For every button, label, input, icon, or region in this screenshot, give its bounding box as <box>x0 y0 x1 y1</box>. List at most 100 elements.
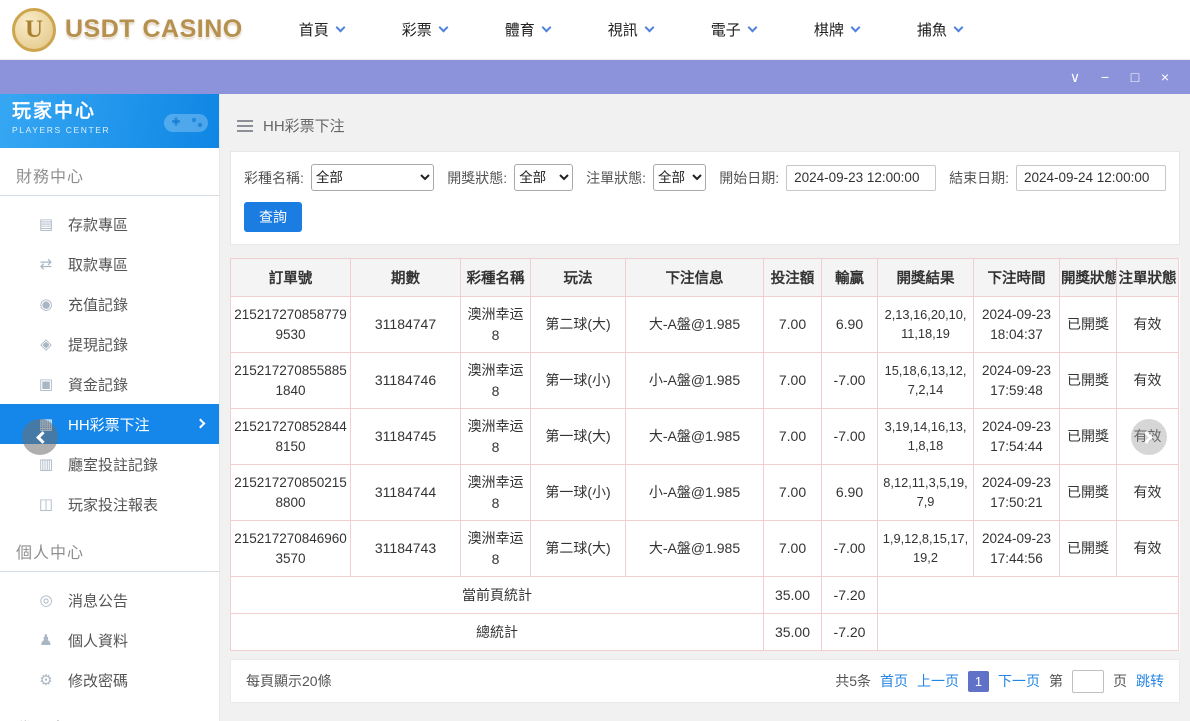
current-page-badge[interactable]: 1 <box>968 671 989 692</box>
order-status-select[interactable]: 全部 <box>653 164 706 191</box>
column-header: 開獎結果 <box>878 259 974 297</box>
cell-bet-amount: 7.00 <box>764 409 822 465</box>
cell-win-loss: 6.90 <box>822 465 878 521</box>
lottery-name-select[interactable]: 全部 <box>311 164 434 191</box>
cell-bet-amount: 7.00 <box>764 465 822 521</box>
table-row: 2152172708528448150 31184745 澳洲幸运8 第一球(大… <box>231 409 1179 465</box>
sidebar-item[interactable]: ⚙ 修改密碼 <box>0 660 219 700</box>
section-label-personal: 個人中心 <box>0 524 219 572</box>
nav-item[interactable]: 彩票 <box>402 19 447 40</box>
chevron-left-icon <box>36 431 49 444</box>
cell-issue: 31184744 <box>351 465 461 521</box>
draw-status-select[interactable]: 全部 <box>514 164 573 191</box>
nav-item-label: 棋牌 <box>814 19 844 40</box>
section-label-agent: 代理中心 <box>0 700 219 721</box>
cell-win-loss: 6.90 <box>822 297 878 353</box>
column-header: 輸贏 <box>822 259 878 297</box>
cell-draw-result: 8,12,11,3,5,19,7,9 <box>878 465 974 521</box>
cell-order-no: 2152172708558851840 <box>231 353 351 409</box>
table-row: 2152172708558851840 31184746 澳洲幸运8 第一球(小… <box>231 353 1179 409</box>
window-title-bar: ∨ − □ × <box>0 60 1190 94</box>
window-close-icon[interactable]: × <box>1150 60 1180 94</box>
cell-bet-info: 小-A盤@1.985 <box>626 465 764 521</box>
total-summary-amount: 35.00 <box>764 614 822 651</box>
jump-button[interactable]: 跳转 <box>1136 671 1164 691</box>
column-header: 彩種名稱 <box>461 259 531 297</box>
sidebar-section-personal: 個人中心 ◎ 消息公告 ♟ 個人資料 <box>0 524 219 700</box>
nav-item[interactable]: 視訊 <box>608 19 653 40</box>
column-header: 期數 <box>351 259 461 297</box>
end-date-label: 結束日期: <box>949 168 1009 188</box>
breadcrumb: HH彩票下注 <box>230 94 1180 151</box>
sidebar-item-label: 個人資料 <box>68 630 128 651</box>
profile-icon: ♟ <box>37 631 55 649</box>
total-summary-label: 總統計 <box>231 614 764 651</box>
brand-logo[interactable]: U USDT CASINO <box>0 8 243 52</box>
cell-draw-status: 已開獎 <box>1060 297 1117 353</box>
cell-draw-status: 已開獎 <box>1060 465 1117 521</box>
cell-bet-time: 2024-09-23 17:59:48 <box>974 353 1060 409</box>
cell-bet-time: 2024-09-23 18:04:37 <box>974 297 1060 353</box>
page-summary-empty <box>878 577 1179 614</box>
column-header: 玩法 <box>531 259 626 297</box>
sidebar-item-label: 存款專區 <box>68 214 128 235</box>
top-nav-bar: U USDT CASINO 首頁 彩票 體育 <box>0 0 1190 60</box>
nav-item-label: 首頁 <box>299 19 329 40</box>
sidebar-item[interactable]: ▣ 資金記錄 <box>0 364 219 404</box>
cell-issue: 31184747 <box>351 297 461 353</box>
first-page-link[interactable]: 首页 <box>880 671 908 691</box>
collapse-left-button[interactable] <box>22 419 58 455</box>
cell-bet-amount: 7.00 <box>764 521 822 577</box>
column-header: 開獎狀態 <box>1060 259 1117 297</box>
sidebar-item[interactable]: ♟ 個人資料 <box>0 620 219 660</box>
scroll-right-button[interactable] <box>1131 419 1167 455</box>
brand-name: USDT CASINO <box>65 15 243 44</box>
sidebar-item-label: 資金記錄 <box>68 374 128 395</box>
total-summary-empty <box>878 614 1179 651</box>
total-summary-row: 總統計 35.00 -7.20 <box>231 614 1179 651</box>
sidebar-item[interactable]: ◉ 充值記錄 <box>0 284 219 324</box>
prev-page-link[interactable]: 上一页 <box>917 671 959 691</box>
nav-item[interactable]: 捕魚 <box>917 19 962 40</box>
draw-status-label: 開獎狀態: <box>447 168 507 188</box>
start-date-input[interactable] <box>786 165 936 191</box>
nav-item[interactable]: 棋牌 <box>814 19 859 40</box>
page-title: HH彩票下注 <box>263 115 345 136</box>
sidebar-item-label: 提現記錄 <box>68 334 128 355</box>
sidebar-item[interactable]: ▤ 存款專區 <box>0 204 219 244</box>
query-button[interactable]: 查詢 <box>244 202 302 232</box>
sidebar-item[interactable]: ◈ 提現記錄 <box>0 324 219 364</box>
cell-issue: 31184745 <box>351 409 461 465</box>
cell-play-type: 第一球(小) <box>531 465 626 521</box>
sidebar-item-label: 消息公告 <box>68 590 128 611</box>
hamburger-menu-icon[interactable] <box>237 120 253 132</box>
window-maximize-icon[interactable]: □ <box>1120 60 1150 94</box>
sidebar-item[interactable]: ◫ 玩家投注報表 <box>0 484 219 524</box>
cell-lottery-name: 澳洲幸运8 <box>461 297 531 353</box>
column-header: 注單狀態 <box>1117 259 1179 297</box>
filter-panel: 彩種名稱: 全部 開獎狀態: 全部 注單狀態: 全部 開始日期: 結束日期: <box>230 151 1180 245</box>
cell-bet-info: 大-A盤@1.985 <box>626 521 764 577</box>
page-jump-input[interactable] <box>1072 670 1104 693</box>
next-page-link[interactable]: 下一页 <box>998 671 1040 691</box>
page-summary-row: 當前頁統計 35.00 -7.20 <box>231 577 1179 614</box>
window-dropdown-icon[interactable]: ∨ <box>1060 60 1090 94</box>
funds-record-icon: ▣ <box>37 375 55 393</box>
announcement-icon: ◎ <box>37 591 55 609</box>
nav-item[interactable]: 電子 <box>711 19 756 40</box>
nav-item-label: 電子 <box>711 19 741 40</box>
cell-bet-time: 2024-09-23 17:50:21 <box>974 465 1060 521</box>
nav-item[interactable]: 首頁 <box>299 19 344 40</box>
jump-suffix-label: 页 <box>1113 671 1127 691</box>
column-header: 下注信息 <box>626 259 764 297</box>
page-summary-label: 當前頁統計 <box>231 577 764 614</box>
sidebar-item[interactable]: ⇄ 取款專區 <box>0 244 219 284</box>
chevron-down-icon <box>644 23 654 33</box>
window-minimize-icon[interactable]: − <box>1090 60 1120 94</box>
end-date-input[interactable] <box>1016 165 1166 191</box>
main-content: HH彩票下注 彩種名稱: 全部 開獎狀態: 全部 注單狀態: 全部 <box>220 94 1190 721</box>
nav-item[interactable]: 體育 <box>505 19 550 40</box>
nav-item-label: 體育 <box>505 19 535 40</box>
pagination-bar: 每頁顯示20條 共5条 首页 上一页 1 下一页 第 页 跳转 <box>230 659 1180 703</box>
sidebar-item[interactable]: ◎ 消息公告 <box>0 580 219 620</box>
